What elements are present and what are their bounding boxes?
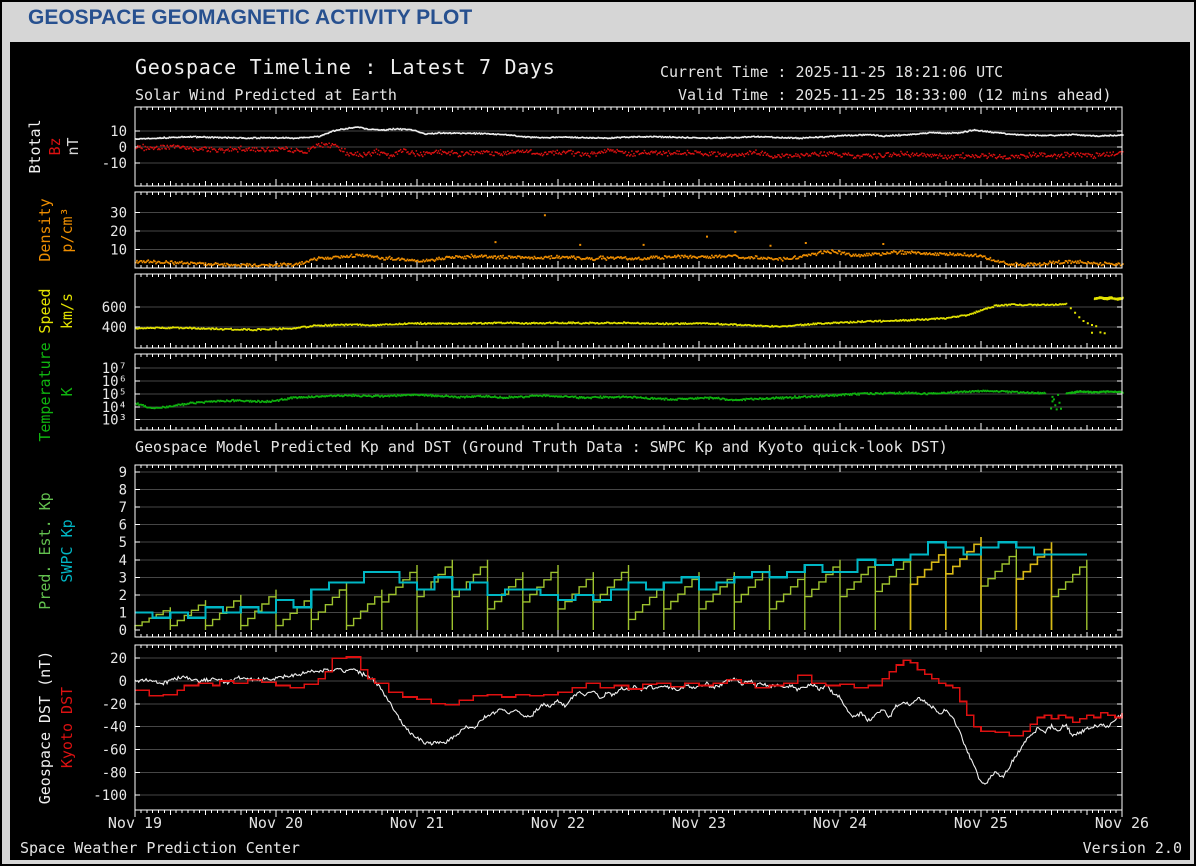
series-density [135, 214, 1124, 268]
tick-label-dst: -40 [102, 720, 127, 736]
series-bz [135, 142, 1124, 160]
tick-label-dst: -60 [102, 743, 127, 759]
tick-label-kp: 7 [119, 500, 127, 516]
chart-frame: 10 0 -10 Btotal Bz nT 30 20 10 Density p/cm³ 600 400… [10, 42, 1190, 860]
tick-label-dst: -100 [93, 788, 127, 804]
axis-label-bz: Bz [46, 137, 64, 155]
axis-label-swpc-kp: SWPC Kp [58, 519, 76, 582]
tick-label-imf: 10 [110, 124, 127, 140]
axis-label-density: Density [36, 198, 54, 261]
axis-label-pred-est-kp: Pred. Est. Kp [36, 492, 54, 609]
axis-label-k: K [58, 387, 76, 396]
tick-label-kp: 6 [119, 518, 127, 534]
tick-label-kp: 1 [119, 605, 127, 621]
x-axis-label: Nov 21 [389, 814, 445, 832]
tick-label-kp: 8 [119, 483, 127, 499]
footer-source-label: Space Weather Prediction Center [20, 839, 300, 857]
panel-frame-density [134, 191, 1123, 269]
axis-label-btotal: Btotal [26, 119, 44, 173]
tick-label-dst: 0 [119, 674, 127, 690]
axis-label-p-cm-: p/cm³ [58, 207, 76, 252]
x-axis-label: Nov 22 [530, 814, 586, 832]
footer-version-label: Version 2.0 [1082, 839, 1182, 857]
tick-label-kp: 0 [119, 623, 127, 639]
tick-label-imf: 0 [119, 140, 127, 156]
tick-label-kp: 3 [119, 570, 127, 586]
tick-label-speed: 400 [102, 320, 127, 336]
series-swpc-kp [135, 541, 1087, 619]
tick-label-kp: 4 [119, 553, 127, 569]
axis-label-kyoto-dst: Kyoto DST [58, 687, 76, 768]
series-speed-high-stream [1093, 296, 1124, 301]
axis-label-speed: Speed [36, 288, 54, 333]
tick-label-density: 10 [110, 243, 127, 259]
tick-label-density: 20 [110, 224, 127, 240]
series-kyoto-dst [135, 656, 1123, 737]
chart-subtitle: Solar Wind Predicted at Earth [135, 86, 397, 104]
mid-section-title: Geospace Model Predicted Kp and DST (Gro… [135, 438, 948, 456]
axis-label-nt: nT [64, 137, 82, 155]
tick-label-imf: -10 [102, 156, 127, 172]
axis-ticks [134, 645, 1123, 817]
x-axis-label: Nov 26 [1094, 814, 1150, 832]
tick-label-dst: -20 [102, 697, 127, 713]
tick-label-temperature: 10³ [102, 413, 127, 429]
current-time-label: Current Time : 2025-11-25 18:21:06 UTC [660, 63, 1004, 81]
panel-frame-speed [134, 273, 1123, 349]
x-axis-label: Nov 24 [812, 814, 868, 832]
page-title: GEOSPACE GEOMAGNETIC ACTIVITY PLOT [28, 6, 473, 29]
axis-ticks [134, 192, 1123, 268]
axis-label-km-s: km/s [58, 293, 76, 329]
axis-ticks [134, 274, 1123, 348]
axis-label-temperature: Temperature [36, 342, 54, 441]
valid-time-label: Valid Time : 2025-11-25 18:33:00 (12 min… [678, 86, 1112, 104]
tick-label-dst: -80 [102, 765, 127, 781]
x-axis-label: Nov 23 [671, 814, 727, 832]
tick-label-speed: 600 [102, 300, 127, 316]
x-axis-label: Nov 19 [107, 814, 163, 832]
page: GEOSPACE GEOMAGNETIC ACTIVITY PLOT 10 0 -1… [0, 0, 1196, 866]
tick-label-kp: 9 [119, 465, 127, 481]
tick-label-dst: 20 [110, 651, 127, 667]
axis-label-geospace-dst-nt-: Geospace DST (nT) [36, 651, 54, 805]
x-axis-label: Nov 25 [953, 814, 1009, 832]
x-axis-label: Nov 20 [248, 814, 304, 832]
tick-label-density: 30 [110, 205, 127, 221]
series-btotal [135, 126, 1124, 140]
panel-frame-dst [134, 644, 1123, 811]
chart-title: Geospace Timeline : Latest 7 Days [135, 55, 556, 79]
tick-label-kp: 2 [119, 588, 127, 604]
tick-label-kp: 5 [119, 535, 127, 551]
